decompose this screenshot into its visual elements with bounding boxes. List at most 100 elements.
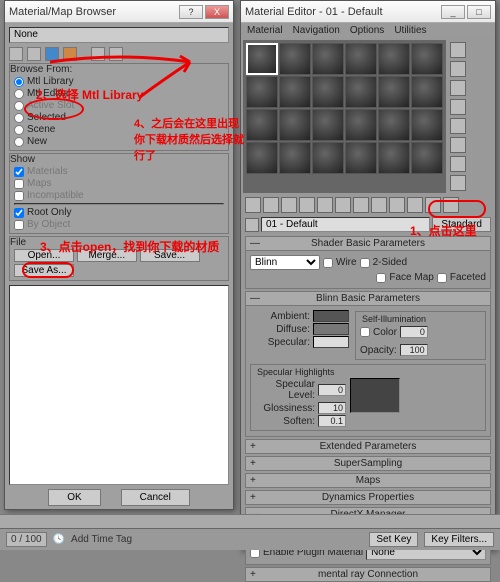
sample-slot[interactable] <box>345 109 377 141</box>
sample-slot[interactable] <box>411 76 443 108</box>
sample-slot[interactable] <box>345 43 377 75</box>
saveas-button[interactable]: Save As... <box>14 264 74 277</box>
chk-maps[interactable]: Maps <box>14 178 224 189</box>
titlebar[interactable]: Material/Map Browser ? X <box>5 1 233 23</box>
opt-scene[interactable]: Scene <box>14 124 224 135</box>
options-icon[interactable] <box>450 156 466 172</box>
background-icon[interactable] <box>450 80 466 96</box>
pick-icon[interactable] <box>245 218 259 232</box>
rollout-blinn-basic[interactable]: Blinn Basic Parameters <box>245 291 491 306</box>
diffuse-swatch[interactable] <box>313 323 349 335</box>
material-type-button[interactable]: Standard <box>432 217 491 232</box>
view-small-icon[interactable] <box>27 47 41 61</box>
sample-slot[interactable] <box>378 142 410 174</box>
rollout-supersampling[interactable]: SuperSampling <box>245 456 491 471</box>
timeline-ruler[interactable] <box>0 514 500 528</box>
shader-dropdown[interactable]: Blinn <box>250 255 320 270</box>
opt-mtl-library[interactable]: Mtl Library <box>14 76 224 87</box>
chk-wire[interactable]: Wire <box>323 257 357 268</box>
rollout-shader-basic[interactable]: Shader Basic Parameters <box>245 236 491 251</box>
add-time-tag[interactable]: Add Time Tag <box>71 534 132 545</box>
opt-new[interactable]: New <box>14 136 224 147</box>
sample-slot[interactable] <box>345 76 377 108</box>
maximize-button[interactable]: □ <box>467 5 491 19</box>
opt-active-slot[interactable]: Active Slot <box>14 100 224 111</box>
time-tag-icon[interactable]: 🕓 <box>53 534 65 545</box>
sample-slot[interactable] <box>312 109 344 141</box>
material-list[interactable] <box>9 285 229 485</box>
sample-type-icon[interactable] <box>450 42 466 58</box>
open-button[interactable]: Open... <box>14 249 74 262</box>
copy-icon[interactable] <box>317 197 333 213</box>
view-sphere-icon[interactable] <box>45 47 59 61</box>
chk-by-object[interactable]: By Object <box>14 219 224 230</box>
sample-slot[interactable] <box>246 43 278 75</box>
rollout-mentalray[interactable]: mental ray Connection <box>245 567 491 582</box>
sample-slot[interactable] <box>411 109 443 141</box>
nav-parent-icon[interactable] <box>425 197 441 213</box>
put-to-library-icon[interactable] <box>353 197 369 213</box>
opacity-spinner[interactable]: 100 <box>400 344 428 356</box>
speclevel-spinner[interactable]: 0 <box>318 384 346 396</box>
video-check-icon[interactable] <box>450 118 466 134</box>
assign-icon[interactable] <box>281 197 297 213</box>
backlight-icon[interactable] <box>450 61 466 77</box>
material-name-dropdown[interactable]: 01 - Default <box>261 217 430 232</box>
setkey-button[interactable]: Set Key <box>369 532 418 547</box>
chk-faceted[interactable]: Faceted <box>437 272 486 283</box>
select-by-mat-icon[interactable] <box>450 175 466 191</box>
titlebar[interactable]: Material Editor - 01 - Default _ □ <box>241 1 495 23</box>
show-end-icon[interactable] <box>407 197 423 213</box>
sample-slot[interactable] <box>246 142 278 174</box>
effects-icon[interactable] <box>371 197 387 213</box>
update-icon[interactable] <box>91 47 105 61</box>
sample-slot[interactable] <box>411 142 443 174</box>
make-unique-icon[interactable] <box>335 197 351 213</box>
nav-sibling-icon[interactable] <box>443 197 459 213</box>
sample-slot[interactable] <box>279 109 311 141</box>
clear-icon[interactable] <box>109 47 123 61</box>
menu-navigation[interactable]: Navigation <box>293 25 340 36</box>
sample-slot[interactable] <box>279 43 311 75</box>
soften-spinner[interactable]: 0.1 <box>318 415 346 427</box>
get-material-icon[interactable] <box>245 197 261 213</box>
sample-slot[interactable] <box>246 76 278 108</box>
sample-slot[interactable] <box>312 142 344 174</box>
show-map-icon[interactable] <box>389 197 405 213</box>
chk-facemap[interactable]: Face Map <box>376 272 433 283</box>
sample-slot[interactable] <box>312 76 344 108</box>
put-to-scene-icon[interactable] <box>263 197 279 213</box>
minimize-button[interactable]: _ <box>441 5 465 19</box>
sample-uv-icon[interactable] <box>450 99 466 115</box>
sample-slot[interactable] <box>246 109 278 141</box>
merge-button[interactable]: Merge... <box>77 249 137 262</box>
ok-button[interactable]: OK <box>48 489 100 506</box>
sample-slot[interactable] <box>345 142 377 174</box>
ambient-swatch[interactable] <box>313 310 349 322</box>
reset-icon[interactable] <box>299 197 315 213</box>
specular-swatch[interactable] <box>313 336 349 348</box>
preview-icon[interactable] <box>450 137 466 153</box>
sample-slot[interactable] <box>312 43 344 75</box>
view-cube-icon[interactable] <box>63 47 77 61</box>
keyfilters-button[interactable]: Key Filters... <box>424 532 494 547</box>
help-button[interactable]: ? <box>179 5 203 19</box>
chk-incompatible[interactable]: Incompatible <box>14 190 224 201</box>
menu-material[interactable]: Material <box>247 25 283 36</box>
rollout-dynamics[interactable]: Dynamics Properties <box>245 490 491 505</box>
sample-slot[interactable] <box>279 142 311 174</box>
chk-materials[interactable]: Materials <box>14 166 224 177</box>
sample-slot[interactable] <box>378 76 410 108</box>
menu-utilities[interactable]: Utilities <box>394 25 426 36</box>
opt-selected[interactable]: Selected <box>14 112 224 123</box>
save-button[interactable]: Save... <box>140 249 200 262</box>
chk-2sided[interactable]: 2-Sided <box>360 257 407 268</box>
sample-slot[interactable] <box>279 76 311 108</box>
menu-options[interactable]: Options <box>350 25 384 36</box>
sample-slot[interactable] <box>411 43 443 75</box>
view-list-icon[interactable] <box>9 47 23 61</box>
rollout-extended[interactable]: Extended Parameters <box>245 439 491 454</box>
sample-slot[interactable] <box>378 43 410 75</box>
sample-slot[interactable] <box>378 109 410 141</box>
chk-root-only[interactable]: Root Only <box>14 207 224 218</box>
